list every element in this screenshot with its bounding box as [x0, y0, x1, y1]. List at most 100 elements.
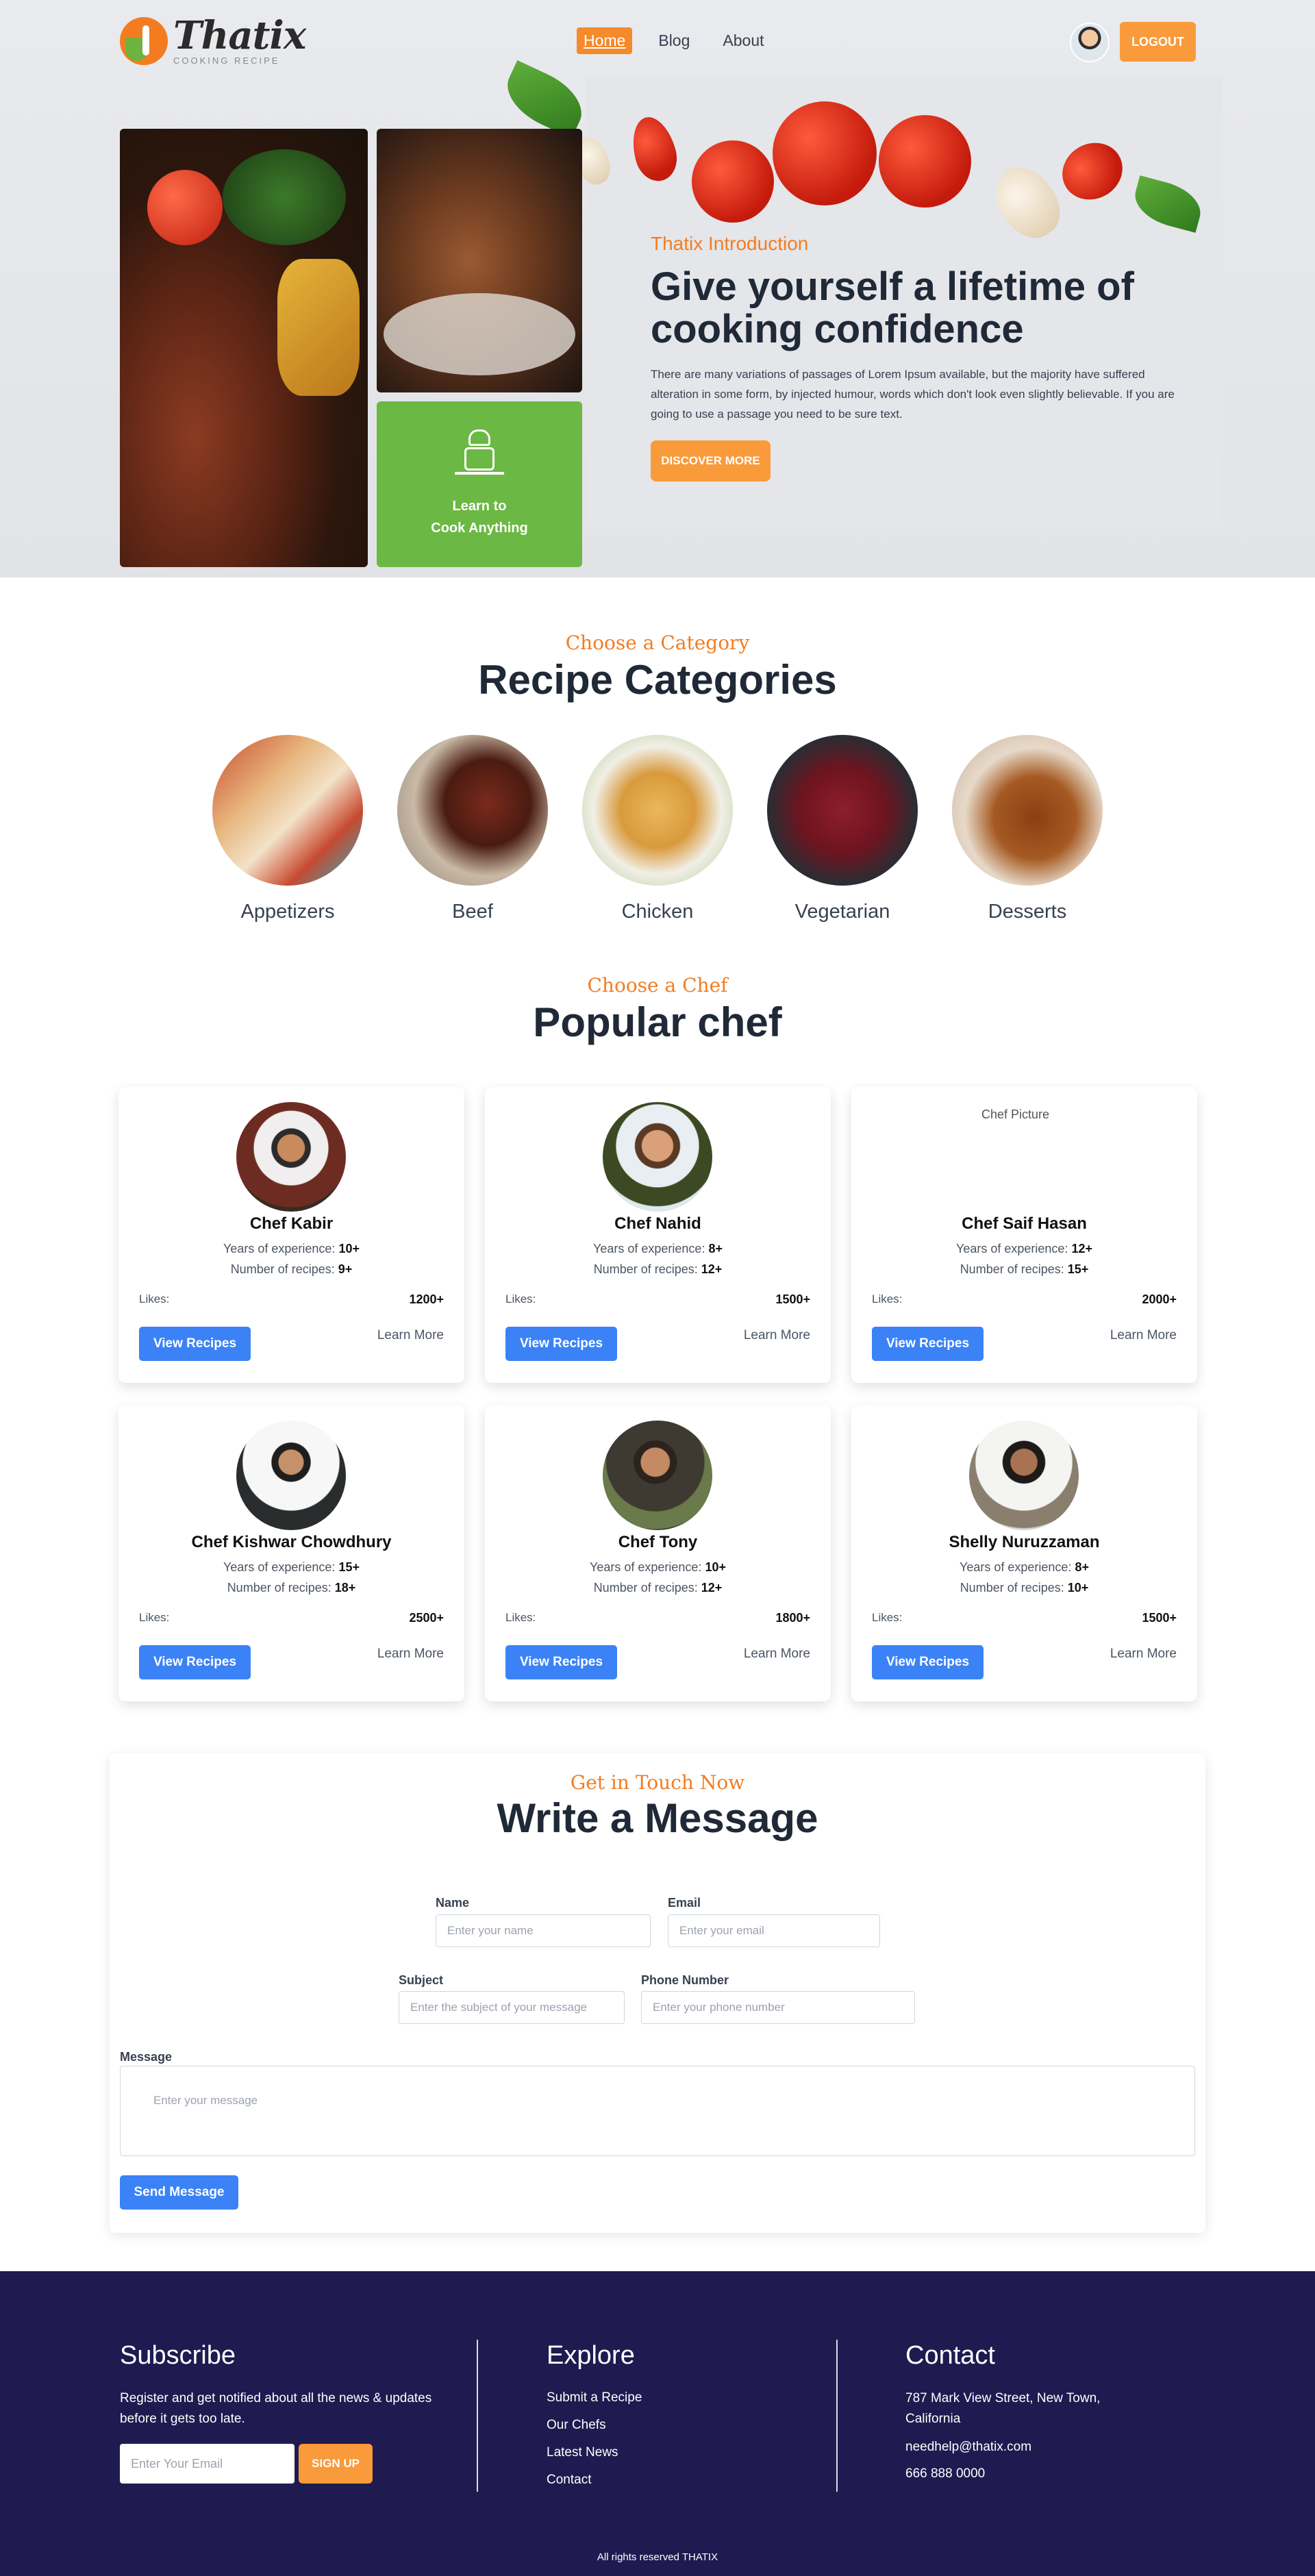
contact-title: Write a Message [497, 1795, 818, 1841]
view-recipes-button[interactable]: View Recipes [872, 1327, 984, 1361]
recipes-value: 9+ [338, 1262, 353, 1276]
chef-name: Shelly Nuruzzaman [949, 1533, 1100, 1551]
likes-value: 1200+ [409, 1292, 444, 1306]
likes-label: Likes: [505, 1611, 536, 1624]
learn-more-link[interactable]: Learn More [1110, 1328, 1177, 1343]
learn-more-link[interactable]: Learn More [744, 1647, 810, 1662]
likes-label: Likes: [505, 1292, 536, 1305]
learn-more-link[interactable]: Learn More [744, 1328, 810, 1343]
view-recipes-button[interactable]: View Recipes [872, 1645, 984, 1679]
email-label: Email [668, 1896, 701, 1910]
view-recipes-button[interactable]: View Recipes [505, 1645, 617, 1679]
footer-link-contact[interactable]: Contact [547, 2473, 591, 2488]
chef-avatar [236, 1102, 346, 1212]
chef-card: Chef Nahid Years of experience: 8+ Numbe… [485, 1087, 831, 1383]
broken-image-icon: Chef Picture [981, 1108, 1050, 1121]
name-label: Name [436, 1896, 470, 1910]
email-input[interactable] [668, 1914, 880, 1947]
page: Thatix COOKING RECIPE Home Blog About LO… [0, 0, 1315, 2576]
footer-link-latest-news[interactable]: Latest News [547, 2445, 618, 2460]
experience-value: 10+ [338, 1242, 360, 1255]
chef-avatar [603, 1102, 712, 1212]
chef-name: Chef Kabir [249, 1214, 334, 1233]
roast-meat-image [377, 129, 582, 392]
category-appetizers[interactable]: Appetizers [212, 735, 363, 923]
recipes-label: Number of recipes: [960, 1581, 1064, 1595]
user-avatar[interactable] [1070, 23, 1110, 62]
hero-section: Thatix COOKING RECIPE Home Blog About LO… [0, 0, 1315, 577]
name-input[interactable] [436, 1914, 651, 1947]
learn-more-link[interactable]: Learn More [377, 1647, 444, 1662]
send-message-button[interactable]: Send Message [120, 2175, 238, 2210]
category-desserts[interactable]: Desserts [952, 735, 1103, 923]
likes-label: Likes: [139, 1611, 170, 1624]
footer-link-our-chefs[interactable]: Our Chefs [547, 2418, 606, 2433]
logout-button[interactable]: LOGOUT [1120, 22, 1196, 62]
categories-title: Recipe Categories [478, 657, 837, 703]
subject-label: Subject [399, 1973, 444, 1987]
beef-image [397, 735, 548, 886]
experience-value: 8+ [1075, 1560, 1089, 1574]
category-beef[interactable]: Beef [397, 735, 548, 923]
view-recipes-button[interactable]: View Recipes [505, 1327, 617, 1361]
phone-label: Phone Number [641, 1973, 729, 1987]
hero-description: There are many variations of passages of… [651, 368, 1175, 421]
experience-value: 10+ [705, 1560, 726, 1574]
discover-more-button[interactable]: DISCOVER MORE [651, 440, 771, 482]
likes-value: 1500+ [1142, 1611, 1177, 1625]
copyright: All rights reserved THATIX [597, 2551, 718, 2563]
nav-blog[interactable]: Blog [651, 27, 697, 54]
chef-avatar [969, 1421, 1079, 1530]
chef-name: Chef Nahid [614, 1214, 701, 1233]
footer-link-submit-recipe[interactable]: Submit a Recipe [547, 2390, 642, 2405]
likes-value: 1500+ [775, 1292, 810, 1306]
chef-cooking-icon [452, 429, 507, 484]
experience-label: Years of experience: [223, 1242, 336, 1255]
recipes-label: Number of recipes: [960, 1262, 1064, 1276]
experience-label: Years of experience: [955, 1242, 1068, 1255]
experience-label: Years of experience: [223, 1560, 336, 1574]
nav-about[interactable]: About [716, 27, 771, 54]
likes-value: 2500+ [409, 1611, 444, 1625]
recipes-label: Number of recipes: [230, 1262, 335, 1276]
category-chicken[interactable]: Chicken [582, 735, 733, 923]
hero-title: Give yourself a lifetime of cooking conf… [651, 264, 1134, 351]
learn-to-cook-card: Learn to Cook Anything [377, 401, 582, 567]
view-recipes-button[interactable]: View Recipes [139, 1645, 251, 1679]
category-label: Appetizers [240, 901, 335, 923]
chicken-image [582, 735, 733, 886]
experience-label: Years of experience: [960, 1560, 1072, 1574]
footer-email[interactable]: needhelp@thatix.com [905, 2437, 1031, 2458]
category-vegetarian[interactable]: Vegetarian [767, 735, 918, 923]
logo-icon [120, 16, 168, 65]
appetizers-image [212, 735, 363, 886]
footer-phone[interactable]: 666 888 0000 [905, 2464, 985, 2484]
likes-label: Likes: [872, 1292, 903, 1305]
contact-eyebrow: Get in Touch Now [570, 1771, 745, 1794]
subscribe-email-input[interactable] [120, 2444, 295, 2484]
footer-divider [477, 2340, 478, 2492]
phone-input[interactable] [641, 1991, 915, 2024]
likes-value: 1800+ [775, 1611, 810, 1625]
chefs-eyebrow: Choose a Chef [587, 974, 728, 997]
learn-more-link[interactable]: Learn More [1110, 1647, 1177, 1662]
recipes-value: 10+ [1067, 1581, 1089, 1595]
steak-image [120, 129, 368, 567]
message-textarea[interactable] [120, 2066, 1195, 2156]
chef-card: Chef Kishwar Chowdhury Years of experien… [118, 1405, 464, 1701]
nav-home[interactable]: Home [577, 27, 633, 54]
category-label: Chicken [621, 901, 694, 923]
sign-up-button[interactable]: SIGN UP [299, 2444, 373, 2484]
logo[interactable]: Thatix COOKING RECIPE [120, 16, 306, 66]
vegetarian-image [767, 735, 918, 886]
category-label: Vegetarian [794, 901, 890, 923]
contact-footer-title: Contact [905, 2341, 995, 2370]
hero-eyebrow: Thatix Introduction [651, 233, 809, 254]
experience-label: Years of experience: [589, 1560, 702, 1574]
experience-label: Years of experience: [593, 1242, 705, 1255]
learn-more-link[interactable]: Learn More [377, 1328, 444, 1343]
view-recipes-button[interactable]: View Recipes [139, 1327, 251, 1361]
subject-input[interactable] [399, 1991, 625, 2024]
footer-divider [836, 2340, 838, 2492]
logo-subtitle: COOKING RECIPE [173, 55, 280, 66]
